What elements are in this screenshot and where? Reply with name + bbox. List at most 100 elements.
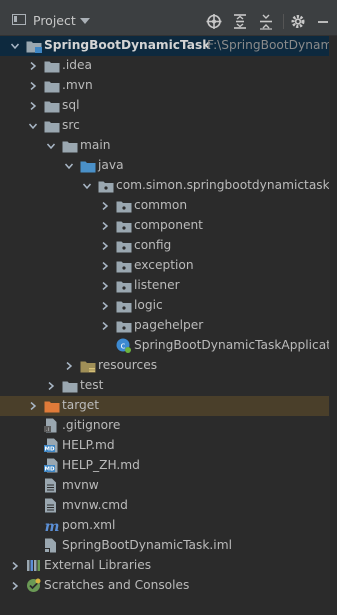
tree-item[interactable]: exception bbox=[0, 256, 337, 276]
tree-item[interactable]: test bbox=[0, 376, 337, 396]
tree-item-label: .mvn bbox=[62, 78, 93, 92]
package-icon bbox=[116, 280, 132, 296]
markdown-file-icon: MD bbox=[44, 438, 59, 456]
folder-icon bbox=[44, 80, 60, 96]
excluded-folder-icon bbox=[44, 400, 60, 416]
tree-item-label: pom.xml bbox=[62, 518, 116, 532]
libraries-icon bbox=[26, 558, 42, 575]
toolbar-separator bbox=[283, 14, 284, 29]
tree-item[interactable]: listener bbox=[0, 276, 337, 296]
chevron-right-icon[interactable] bbox=[65, 362, 73, 370]
tree-item[interactable]: com.simon.springbootdynamictask bbox=[0, 176, 337, 196]
tree-item[interactable]: c SpringBootDynamicTaskApplicatio bbox=[0, 336, 337, 356]
folder-icon bbox=[62, 380, 78, 396]
tree-item-label: HELP_ZH.md bbox=[62, 458, 140, 472]
tree-item[interactable]: target bbox=[0, 396, 337, 416]
tree-item[interactable]: External Libraries bbox=[0, 556, 337, 576]
tree-item-label: Scratches and Consoles bbox=[44, 578, 190, 592]
tree-item-label: main bbox=[80, 138, 111, 152]
chevron-down-icon[interactable] bbox=[29, 122, 37, 130]
tree-item[interactable]: src bbox=[0, 116, 337, 136]
tree-item-label: exception bbox=[134, 258, 194, 272]
collapse-all-icon[interactable] bbox=[257, 13, 275, 30]
chevron-right-icon[interactable] bbox=[101, 262, 109, 270]
tree-item[interactable]: java bbox=[0, 156, 337, 176]
chevron-down-icon[interactable] bbox=[83, 182, 91, 190]
tree-item[interactable]: SpringBootDynamicTask F:\SpringBootDynami… bbox=[0, 36, 337, 56]
package-icon bbox=[116, 200, 132, 216]
tree-item[interactable]: SpringBootDynamicTask.iml bbox=[0, 536, 337, 556]
chevron-right-icon[interactable] bbox=[11, 562, 19, 570]
locate-icon[interactable] bbox=[205, 13, 223, 30]
tree-item[interactable]: .i .gitignore bbox=[0, 416, 337, 436]
tree-item[interactable]: mvnw.cmd bbox=[0, 496, 337, 516]
svg-text:c: c bbox=[121, 342, 126, 352]
chevron-right-icon[interactable] bbox=[29, 102, 37, 110]
tree-item-label: .gitignore bbox=[62, 418, 121, 432]
expand-all-icon[interactable] bbox=[231, 13, 249, 30]
chevron-down-icon[interactable] bbox=[65, 162, 73, 170]
tree-item-label: test bbox=[80, 378, 104, 392]
tree-item[interactable]: sql bbox=[0, 96, 337, 116]
folder-icon bbox=[44, 120, 60, 136]
tree-item[interactable]: component bbox=[0, 216, 337, 236]
tree-item[interactable]: .idea bbox=[0, 56, 337, 76]
chevron-right-icon[interactable] bbox=[101, 282, 109, 290]
tree-item-label: mvnw.cmd bbox=[62, 498, 128, 512]
tree-item-label: target bbox=[62, 398, 100, 412]
chevron-right-icon[interactable] bbox=[29, 62, 37, 70]
chevron-right-icon[interactable] bbox=[29, 82, 37, 90]
chevron-right-icon[interactable] bbox=[101, 322, 109, 330]
tree-item[interactable]: resources bbox=[0, 356, 337, 376]
tree-item[interactable]: common bbox=[0, 196, 337, 216]
iml-file-icon bbox=[44, 538, 57, 556]
chevron-down-icon[interactable] bbox=[47, 142, 55, 150]
folder-icon bbox=[62, 140, 78, 156]
tree-scrollbar[interactable] bbox=[329, 36, 337, 615]
scratches-icon bbox=[26, 578, 41, 596]
tree-item-label: common bbox=[134, 198, 188, 212]
tree-item-label: HELP.md bbox=[62, 438, 115, 452]
svg-text:.i: .i bbox=[46, 427, 49, 433]
tree-item[interactable]: config bbox=[0, 236, 337, 256]
tree-item-label: com.simon.springbootdynamictask bbox=[116, 178, 330, 192]
source-folder-icon bbox=[80, 160, 96, 176]
spring-class-icon: c bbox=[116, 338, 131, 356]
chevron-right-icon[interactable] bbox=[47, 382, 55, 390]
tree-item[interactable]: .mvn bbox=[0, 76, 337, 96]
tree-item[interactable]: m pom.xml bbox=[0, 516, 337, 536]
folder-icon bbox=[44, 100, 60, 116]
chevron-right-icon[interactable] bbox=[101, 202, 109, 210]
chevron-right-icon[interactable] bbox=[101, 302, 109, 310]
chevron-right-icon[interactable] bbox=[101, 242, 109, 250]
package-icon bbox=[116, 300, 132, 316]
tree-item[interactable]: logic bbox=[0, 296, 337, 316]
tree-item[interactable]: MD HELP.md bbox=[0, 436, 337, 456]
tree-item[interactable]: Scratches and Consoles bbox=[0, 576, 337, 596]
tree-item[interactable]: mvnw bbox=[0, 476, 337, 496]
package-icon bbox=[116, 240, 132, 256]
tree-item-label: config bbox=[134, 238, 172, 252]
tree-item-label: listener bbox=[134, 278, 180, 292]
minimize-icon[interactable] bbox=[314, 13, 332, 30]
project-view-selector[interactable]: Project bbox=[33, 13, 76, 28]
tree-item[interactable]: main bbox=[0, 136, 337, 156]
svg-text:MD: MD bbox=[44, 447, 54, 453]
tree-item-label: mvnw bbox=[62, 478, 99, 492]
chevron-down-icon[interactable] bbox=[80, 18, 90, 24]
module-folder-icon bbox=[26, 40, 42, 56]
tree-item[interactable]: MD HELP_ZH.md bbox=[0, 456, 337, 476]
gear-icon[interactable] bbox=[289, 13, 307, 30]
chevron-right-icon[interactable] bbox=[29, 402, 37, 410]
chevron-down-icon[interactable] bbox=[11, 42, 19, 50]
tree-item-label: .idea bbox=[62, 58, 92, 72]
tree-item-label: pagehelper bbox=[134, 318, 204, 332]
svg-text:m: m bbox=[45, 519, 60, 533]
tree-item-label: logic bbox=[134, 298, 163, 312]
tree-item[interactable]: pagehelper bbox=[0, 316, 337, 336]
chevron-right-icon[interactable] bbox=[11, 582, 19, 590]
tree-item-label: SpringBootDynamicTaskApplicatio bbox=[134, 338, 337, 352]
chevron-right-icon[interactable] bbox=[101, 222, 109, 230]
tree-item-label: SpringBootDynamicTask bbox=[44, 38, 211, 52]
svg-text:MD: MD bbox=[44, 467, 54, 473]
